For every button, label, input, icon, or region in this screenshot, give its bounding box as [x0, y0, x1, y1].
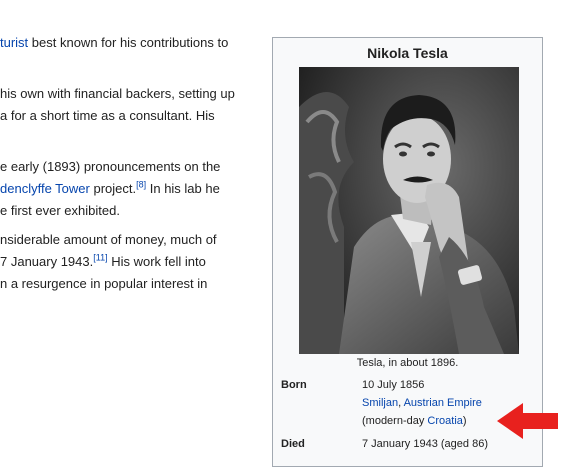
article-line: e first ever exhibited. — [0, 203, 120, 218]
died-label: Died — [281, 438, 305, 450]
article-line: turist best known for his contributions … — [0, 32, 228, 54]
smiljan-link[interactable]: Smiljan — [362, 397, 398, 409]
article-line: a for a short time as a consultant. His — [0, 108, 215, 123]
born-date: 10 July 1856 — [362, 379, 425, 391]
portrait-image[interactable] — [299, 67, 519, 354]
austrian-empire-link[interactable]: Austrian Empire — [404, 397, 482, 409]
article-text: 7 January 1943. — [0, 254, 94, 269]
article-line: n a resurgence in popular interest in — [0, 276, 208, 291]
article-line: his own with financial backers, setting … — [0, 86, 235, 101]
infobox-title: Nikola Tesla — [367, 45, 448, 61]
article-text: project. — [89, 181, 137, 196]
red-arrow-icon — [497, 403, 558, 439]
croatia-link[interactable]: Croatia — [427, 415, 462, 427]
article-line: 7 January 1943.[11] His work fell into — [0, 251, 206, 273]
article-line: nsiderable amount of money, much of — [0, 232, 217, 247]
article-line: denclyffe Tower project.[8] In his lab h… — [0, 178, 220, 200]
born-label: Born — [281, 379, 307, 391]
died-value: 7 January 1943 (aged 86) — [362, 438, 488, 450]
article-link[interactable]: turist — [0, 35, 28, 50]
portrait-illustration — [299, 67, 519, 354]
article-text: In his lab he — [146, 181, 220, 196]
article-line: e early (1893) pronouncements on the — [0, 159, 221, 174]
born-place: Smiljan, Austrian Empire — [362, 397, 482, 409]
image-caption: Tesla, in about 1896. — [356, 357, 459, 369]
citation-link[interactable]: [8] — [136, 180, 146, 190]
modern-day-open: (modern-day — [362, 415, 428, 427]
article-link-wardenclyffe[interactable]: denclyffe Tower — [0, 181, 90, 196]
article-text: His work fell into — [107, 254, 206, 269]
born-modern-day: (modern-day Croatia) — [362, 415, 467, 427]
article-text: best known for his contributions to — [28, 35, 229, 50]
modern-day-close: ) — [462, 415, 467, 427]
citation-link[interactable]: [11] — [93, 253, 107, 263]
